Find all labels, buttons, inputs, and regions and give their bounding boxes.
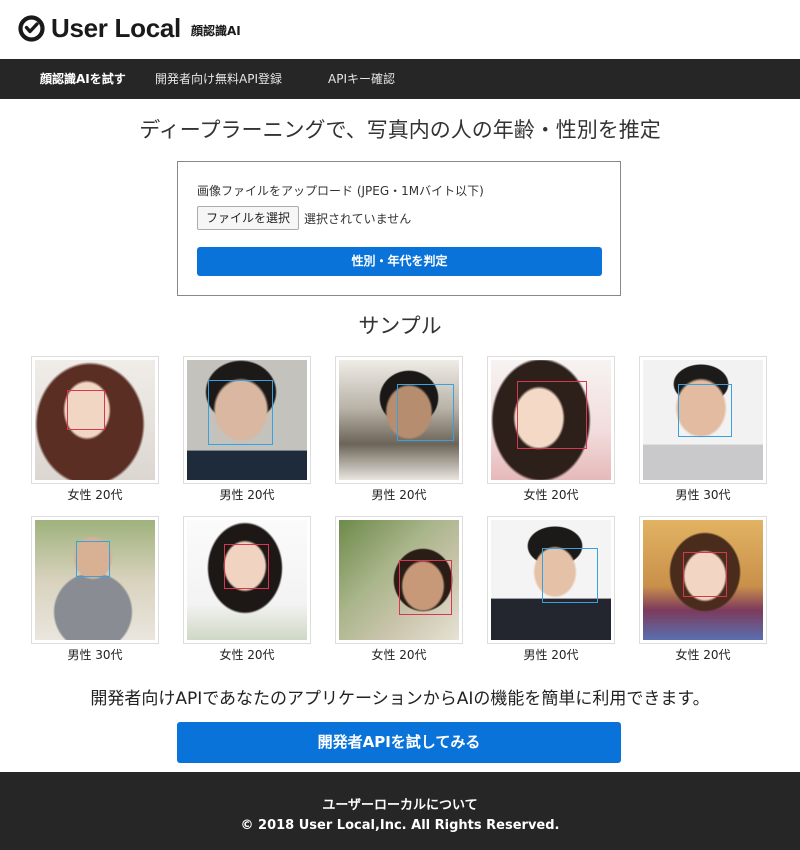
sample-card[interactable] — [639, 356, 767, 484]
try-developer-api-button[interactable]: 開発者APIを試してみる — [177, 722, 621, 763]
developer-api-description: 開発者向けAPIであなたのアプリケーションからAIの機能を簡単に利用できます。 — [90, 689, 710, 709]
sample-photo — [35, 520, 155, 640]
face-detection-box — [397, 384, 454, 441]
nav-item-try-face-ai[interactable]: 顔認識AIを試す — [40, 59, 126, 99]
face-detection-box — [67, 390, 105, 430]
site-footer: ユーザーローカルについて © 2018 User Local,Inc. All … — [0, 772, 800, 850]
sample-heading: サンプル — [358, 314, 442, 338]
face-detection-box — [683, 552, 727, 597]
sample-card[interactable] — [31, 356, 159, 484]
page-title: ディープラーニングで、写真内の人の年齢・性別を推定 — [139, 118, 661, 142]
nav-item-api-register[interactable]: 開発者向け無料API登録 — [155, 59, 282, 99]
file-select-button[interactable]: ファイルを選択 — [197, 206, 299, 230]
sample-card[interactable] — [183, 516, 311, 644]
judge-button[interactable]: 性別・年代を判定 — [197, 247, 602, 276]
user-local-logo-icon — [18, 15, 45, 42]
face-detection-box — [399, 560, 452, 615]
sample-photo — [339, 360, 459, 480]
sample-card[interactable] — [183, 356, 311, 484]
sample-card[interactable] — [487, 516, 615, 644]
sample-photo — [187, 360, 307, 480]
face-detection-box — [76, 541, 110, 577]
face-detection-box — [224, 544, 269, 589]
sample-caption: 女性 20代 — [219, 648, 275, 662]
sample-caption: 女性 20代 — [371, 648, 427, 662]
sample-photo — [187, 520, 307, 640]
sample-caption: 男性 20代 — [219, 488, 275, 502]
nav-item-api-key[interactable]: APIキー確認 — [328, 59, 395, 99]
about-link[interactable]: ユーザーローカルについて — [0, 794, 800, 813]
copyright-text: © 2018 User Local,Inc. All Rights Reserv… — [240, 818, 560, 833]
logo-text: User Local — [51, 13, 181, 43]
sample-card[interactable] — [335, 516, 463, 644]
upload-label: 画像ファイルをアップロード (JPEG・1Mバイト以下) — [197, 184, 484, 198]
sample-caption: 女性 20代 — [675, 648, 731, 662]
site-header: User Local 顔認識AI — [0, 0, 800, 59]
logo[interactable]: User Local 顔認識AI — [18, 15, 241, 42]
face-detection-box — [517, 381, 587, 449]
sample-photo — [35, 360, 155, 480]
sample-caption: 男性 20代 — [371, 488, 427, 502]
sample-photo — [643, 520, 763, 640]
sample-caption: 女性 20代 — [67, 488, 123, 502]
sample-photo — [491, 520, 611, 640]
sample-card[interactable] — [31, 516, 159, 644]
face-detection-box — [542, 548, 598, 603]
sample-photo — [339, 520, 459, 640]
face-detection-box — [208, 380, 273, 445]
sample-card[interactable] — [335, 356, 463, 484]
file-status-text: 選択されていません — [304, 212, 412, 226]
upload-form: 画像ファイルをアップロード (JPEG・1Mバイト以下) ファイルを選択 選択さ… — [177, 161, 621, 296]
face-detection-box — [678, 384, 732, 437]
sample-card[interactable] — [487, 356, 615, 484]
sample-photo — [491, 360, 611, 480]
sample-caption: 男性 30代 — [675, 488, 731, 502]
sample-card[interactable] — [639, 516, 767, 644]
navbar: 顔認識AIを試す 開発者向け無料API登録 APIキー確認 — [0, 59, 800, 99]
sample-caption: 男性 20代 — [523, 648, 579, 662]
product-name: 顔認識AI — [190, 24, 241, 38]
sample-caption: 男性 30代 — [67, 648, 123, 662]
sample-caption: 女性 20代 — [523, 488, 579, 502]
sample-photo — [643, 360, 763, 480]
